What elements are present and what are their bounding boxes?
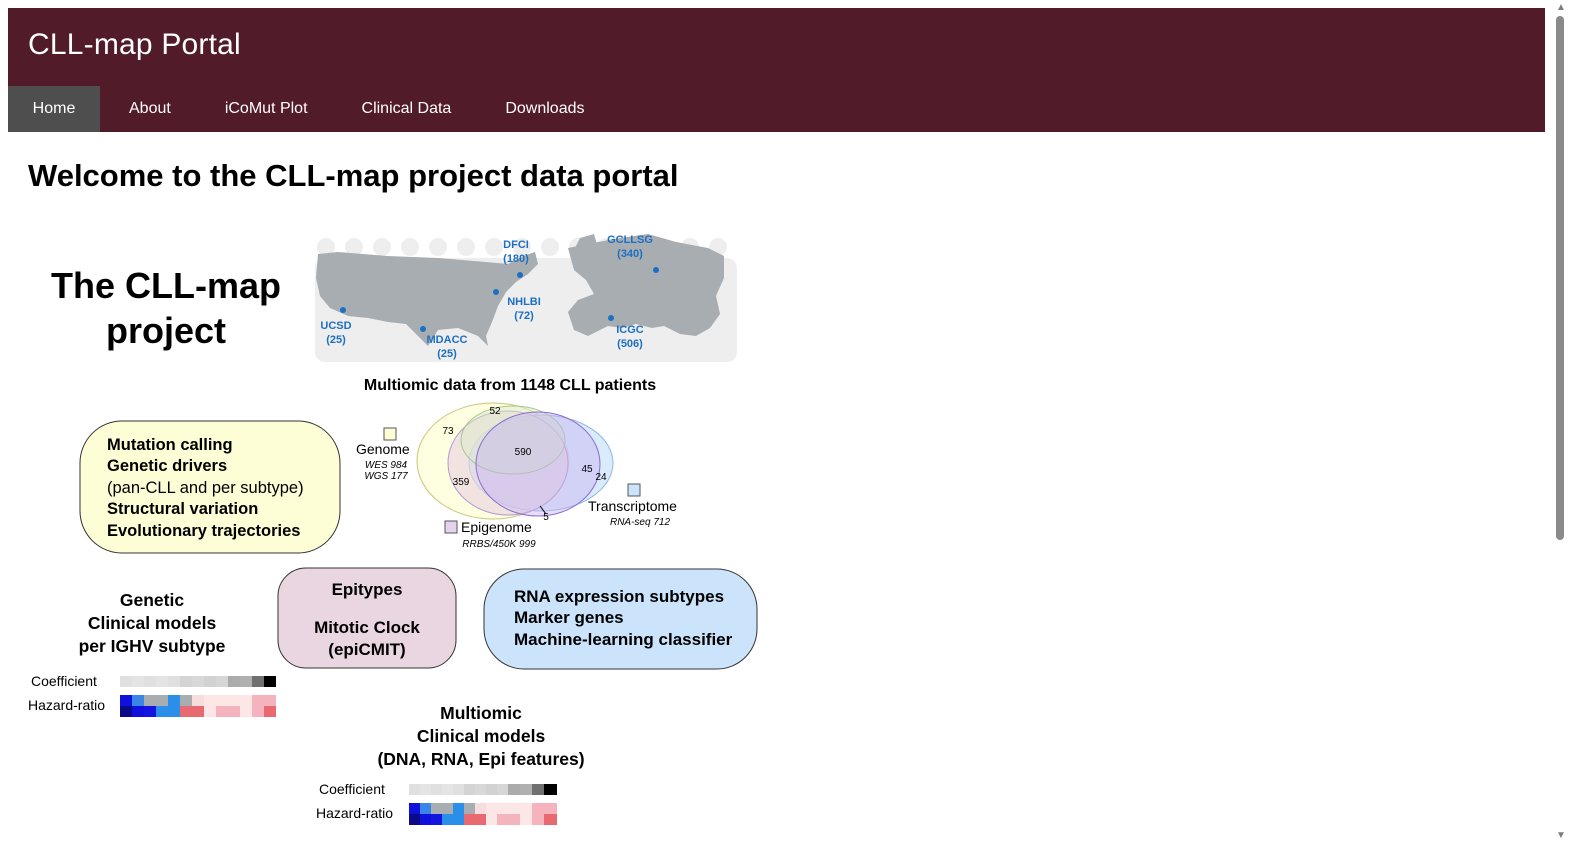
genetic-coefficient-label: Coefficient — [31, 673, 97, 689]
site-dfci-count: (180) — [503, 253, 529, 265]
venn-count-24: 24 — [595, 472, 607, 483]
epi-box-line2: Mitotic Clock — [314, 618, 420, 637]
scroll-down-arrow-icon[interactable]: ▼ — [1556, 830, 1566, 841]
multiomic-models-line1: Multiomic — [440, 703, 522, 723]
venn-count-45: 45 — [581, 464, 593, 475]
transcriptome-legend-label: Transcriptome — [588, 498, 677, 514]
genome-legend-label: Genome — [356, 441, 410, 457]
site-ucsd-count: (25) — [326, 334, 346, 346]
genetic-models-title: Genetic Clinical models per IGHV subtype — [79, 590, 226, 656]
genetic-coefficient-heatmap — [120, 676, 276, 687]
site-gcllsg-name: GCLLSG — [607, 234, 653, 246]
rna-box-line3: Machine-learning classifier — [514, 630, 733, 649]
header: CLL-map Portal Home About iCoMut Plot Cl… — [8, 8, 1545, 132]
site-nhlbi-count: (72) — [514, 310, 534, 322]
transcriptome-legend-swatch — [627, 483, 641, 497]
genome-legend-sub1: WES 984 — [365, 460, 408, 471]
scrollbar-thumb[interactable] — [1556, 16, 1564, 540]
project-title-line2: project — [106, 310, 226, 351]
genetic-hazard-ratio-label: Hazard-ratio — [28, 697, 105, 713]
scroll-up-arrow-icon[interactable]: ▲ — [1556, 2, 1566, 13]
cll-map-overview-figure: The CLL-map project UCSD (25) MDACC (25) — [28, 234, 758, 825]
multiomic-models-title: Multiomic Clinical models (DNA, RNA, Epi… — [377, 703, 584, 769]
nav-downloads[interactable]: Downloads — [505, 86, 584, 132]
genetic-models-line1: Genetic — [120, 590, 184, 610]
site-ucsd-name: UCSD — [320, 320, 351, 332]
genome-legend-swatch — [383, 427, 397, 441]
nav-icomut-plot[interactable]: iCoMut Plot — [225, 86, 308, 132]
epigenome-legend-swatch — [444, 520, 458, 534]
venn-count-590: 590 — [515, 447, 532, 458]
multiomic-caption: Multiomic data from 1148 CLL patients — [364, 377, 656, 394]
site-mdacc-name: MDACC — [427, 334, 468, 346]
venn-count-73: 73 — [442, 426, 454, 437]
nav-bar: Home About iCoMut Plot Clinical Data Dow… — [8, 86, 584, 132]
nav-clinical-data[interactable]: Clinical Data — [362, 86, 452, 132]
nav-about[interactable]: About — [129, 86, 171, 132]
page-scrollbar[interactable]: ▲ ▼ — [1552, 0, 1578, 850]
venn-count-5: 5 — [543, 512, 549, 523]
venn-diagram — [416, 402, 614, 520]
site-nhlbi-name: NHLBI — [507, 296, 541, 308]
portal-title: CLL-map Portal — [28, 28, 241, 61]
site-icgc-count: (506) — [617, 338, 643, 350]
multiomic-coefficient-heatmap — [409, 784, 557, 795]
genome-box-line4: Structural variation — [107, 500, 258, 518]
epi-box-line1: Epitypes — [332, 580, 403, 599]
site-mdacc-count: (25) — [437, 348, 457, 360]
transcriptome-legend-sub: RNA-seq 712 — [610, 517, 670, 528]
site-dfci-name: DFCI — [503, 239, 529, 251]
rna-box-line1: RNA expression subtypes — [514, 587, 724, 606]
project-title-line1: The CLL-map — [51, 265, 281, 306]
epigenome-legend-sub: RRBS/450K 999 — [462, 539, 536, 550]
genetic-models-line3: per IGHV subtype — [79, 636, 226, 656]
multiomic-hazard-ratio-heatmap — [409, 803, 557, 825]
genome-box-line2: Genetic drivers — [107, 457, 227, 475]
nav-home[interactable]: Home — [8, 86, 100, 132]
epigenome-legend-label: Epigenome — [461, 519, 532, 535]
genome-box-line5: Evolutionary trajectories — [107, 522, 300, 540]
page: CLL-map Portal Home About iCoMut Plot Cl… — [8, 8, 1545, 850]
multiomic-hazard-ratio-label: Hazard-ratio — [316, 805, 393, 821]
multiomic-models-line2: Clinical models — [417, 726, 546, 746]
genome-box-line3: (pan-CLL and per subtype) — [107, 479, 304, 497]
genome-legend-sub2: WGS 177 — [364, 471, 408, 482]
venn-count-52: 52 — [489, 406, 501, 417]
genome-box-line1: Mutation calling — [107, 436, 233, 454]
multiomic-models-line3: (DNA, RNA, Epi features) — [377, 749, 584, 769]
genetic-models-line2: Clinical models — [88, 613, 217, 633]
multiomic-coefficient-label: Coefficient — [319, 781, 385, 797]
epi-box-line3: (epiCMIT) — [328, 640, 405, 659]
genetic-hazard-ratio-heatmap — [120, 695, 276, 717]
site-icgc-name: ICGC — [616, 324, 644, 336]
rna-box-line2: Marker genes — [514, 608, 624, 627]
site-gcllsg-count: (340) — [617, 248, 643, 260]
venn-count-359: 359 — [453, 477, 470, 488]
welcome-title: Welcome to the CLL-map project data port… — [28, 158, 679, 193]
